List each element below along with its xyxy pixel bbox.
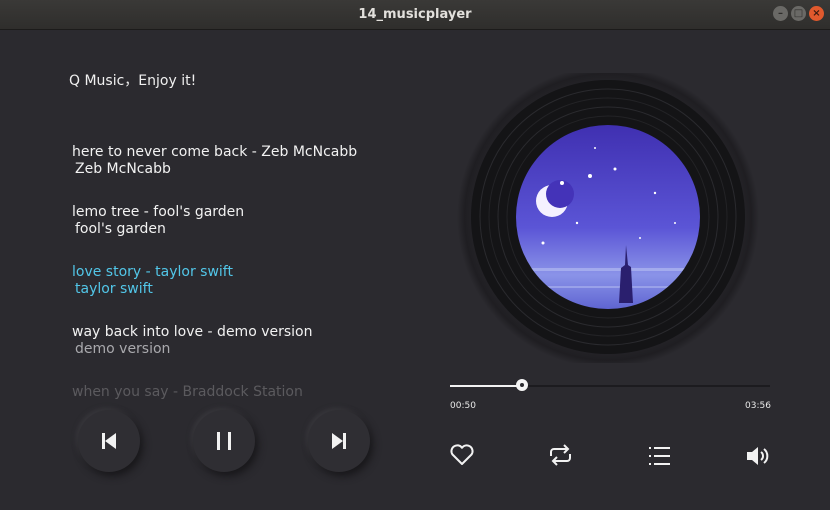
- greeting-text: Q Music，Enjoy it!: [69, 73, 197, 89]
- minimize-icon: –: [778, 8, 783, 19]
- song-title: love story - taylor swift: [72, 264, 233, 280]
- playlist-item[interactable]: here to never come back - Zeb McNcabb Ze…: [72, 144, 402, 178]
- maximize-button[interactable]: □: [791, 6, 806, 21]
- song-title: lemo tree - fool's garden: [72, 204, 245, 220]
- song-artist: fool's garden: [75, 221, 166, 237]
- window-controls: – □ ×: [773, 6, 824, 21]
- song-title: when you say - Braddock Station: [72, 384, 303, 400]
- album-disc: [455, 73, 760, 363]
- song-title: way back into love - demo version: [72, 324, 313, 340]
- next-button[interactable]: [308, 410, 370, 472]
- current-time: 00:50: [450, 401, 476, 411]
- repeat-icon: [550, 444, 571, 466]
- pause-icon: [217, 432, 231, 450]
- playlist-item[interactable]: way back into love - demo version demo v…: [72, 324, 402, 358]
- favorite-button[interactable]: [449, 443, 475, 471]
- close-icon: ×: [812, 8, 821, 19]
- playlist-icon: [649, 447, 670, 465]
- playlist-item-active[interactable]: love story - taylor swift taylor swift: [72, 264, 402, 298]
- pause-button[interactable]: [193, 410, 255, 472]
- playlist-item[interactable]: lemo tree - fool's garden fool's garden: [72, 204, 402, 238]
- next-icon: [332, 433, 346, 449]
- playlist[interactable]: here to never come back - Zeb McNcabb Ze…: [72, 138, 402, 400]
- song-artist: taylor swift: [75, 281, 153, 297]
- previous-button[interactable]: [78, 410, 140, 472]
- heart-icon: [450, 444, 474, 465]
- title-bar: 14_musicplayer – □ ×: [0, 0, 830, 30]
- music-player-window: 14_musicplayer – □ × Q Music，Enjoy it! h…: [0, 0, 830, 510]
- repeat-button[interactable]: [547, 443, 574, 471]
- volume-icon: [747, 447, 769, 465]
- progress-fill: [450, 385, 523, 387]
- total-time: 03:56: [745, 401, 771, 411]
- progress-slider[interactable]: [450, 379, 770, 391]
- previous-icon: [102, 433, 116, 449]
- song-artist: demo version: [75, 341, 171, 357]
- song-title: here to never come back - Zeb McNcabb: [72, 144, 358, 160]
- maximize-icon: □: [793, 8, 804, 19]
- minimize-button[interactable]: –: [773, 6, 788, 21]
- playlist-button[interactable]: [648, 444, 672, 472]
- progress-handle[interactable]: [516, 379, 529, 391]
- volume-button[interactable]: [745, 444, 771, 472]
- song-artist: Zeb McNcabb: [75, 161, 171, 177]
- close-button[interactable]: ×: [809, 6, 824, 21]
- window-title: 14_musicplayer: [358, 7, 472, 22]
- playlist-item[interactable]: when you say - Braddock Station: [72, 384, 402, 400]
